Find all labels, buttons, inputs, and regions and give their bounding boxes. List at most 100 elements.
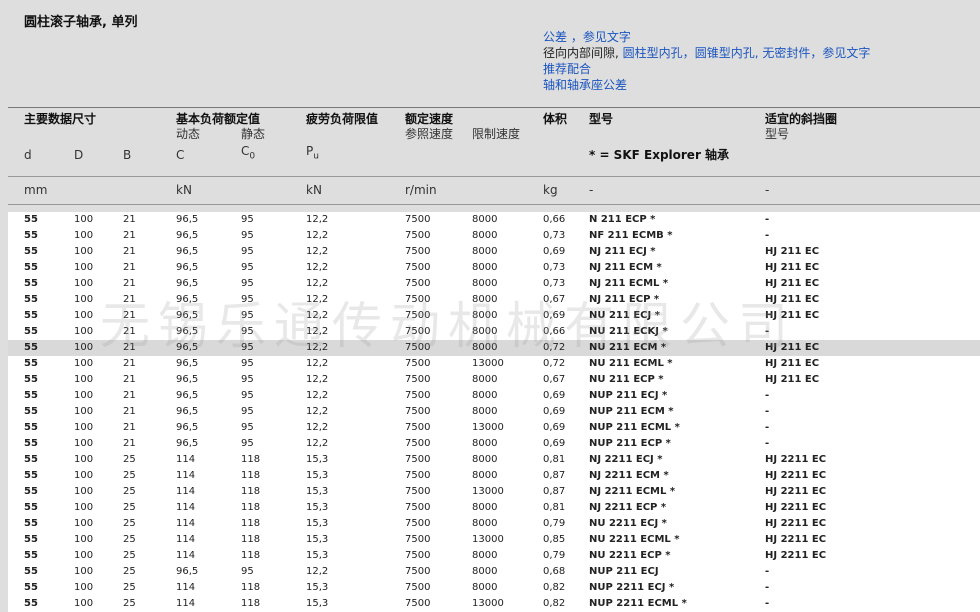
- sym-B: B: [123, 148, 132, 162]
- col-B: 25: [123, 486, 136, 497]
- col-C: 114: [176, 534, 196, 545]
- col-d: 55: [24, 214, 38, 225]
- col-ref-speed: 7500: [405, 278, 431, 289]
- col-B: 21: [123, 438, 136, 449]
- col-mass: 0,69: [543, 310, 566, 321]
- col-ring: -: [765, 230, 770, 241]
- table-row: 55 100 21 96,5 95 12,2 7500 8000 0,73 NJ 211 ECM …: [8, 260, 980, 276]
- col-d: 55: [24, 374, 38, 385]
- divider: [8, 176, 980, 177]
- col-mass: 0,69: [543, 438, 566, 449]
- col-designation: NUP 211 ECML *: [589, 422, 680, 433]
- col-ref-speed: 7500: [405, 246, 431, 257]
- col-C0: 118: [241, 486, 261, 497]
- shaft-housing-tolerance-link[interactable]: 轴和轴承座公差: [543, 78, 627, 92]
- header-area: 圆柱滚子轴承, 单列 公差 ，参见文字 径向内部间隙, 圆柱型内孔，圆锥型内孔,…: [0, 0, 980, 107]
- table-row: 55 100 25 96,5 95 12,2 7500 8000 0,68 NUP 211 ECJ…: [8, 564, 980, 580]
- col-ring: -: [765, 390, 770, 401]
- col-Pu: 12,2: [306, 406, 329, 417]
- col-mass: 0,69: [543, 390, 566, 401]
- main-dims-heading: 主要数据尺寸: [24, 112, 97, 126]
- col-designation: NUP 211 ECJ: [589, 566, 659, 577]
- unit-mm: mm: [24, 183, 48, 197]
- col-d: 55: [24, 262, 38, 273]
- col-designation: NU 2211 ECML *: [589, 534, 680, 545]
- col-D: 100: [74, 518, 94, 529]
- tapered-bore-link[interactable]: 圆锥型内孔, 无密封件: [695, 46, 811, 60]
- tolerance-link[interactable]: 公差 ，参见文字: [543, 30, 631, 44]
- col-ring: HJ 211 EC: [765, 246, 820, 257]
- col-ref-speed: 7500: [405, 486, 431, 497]
- col-C0: 95: [241, 406, 254, 417]
- col-ring: -: [765, 566, 770, 577]
- col-Pu: 15,3: [306, 534, 329, 545]
- sym-C0: C0: [241, 144, 256, 162]
- col-Pu: 15,3: [306, 470, 329, 481]
- explorer-note: * = SKF Explorer 轴承: [589, 148, 730, 162]
- col-ref-speed: 7500: [405, 358, 431, 369]
- col-limit-speed: 8000: [472, 294, 498, 305]
- col-mass: 0,87: [543, 486, 566, 497]
- col-designation: NU 2211 ECJ *: [589, 518, 667, 529]
- col-Pu: 15,3: [306, 598, 329, 609]
- col-ref-speed: 7500: [405, 310, 431, 321]
- table-row: 55 100 25 114 118 15,3 7500 13000 0,82 NUP 2211 E…: [8, 596, 980, 612]
- col-ref-speed: 7500: [405, 534, 431, 545]
- col-D: 100: [74, 534, 94, 545]
- table-row: 55 100 21 96,5 95 12,2 7500 8000 0,67 NJ 211 ECP …: [8, 292, 980, 308]
- col-ring: HJ 2211 EC: [765, 486, 827, 497]
- col-designation: NJ 211 ECM *: [589, 262, 662, 273]
- col-mass: 0,79: [543, 550, 566, 561]
- col-C0: 95: [241, 278, 254, 289]
- col-d: 55: [24, 518, 38, 529]
- table-row: 55 100 25 114 118 15,3 7500 8000 0,81 NJ 2211 ECJ…: [8, 452, 980, 468]
- col-C: 96,5: [176, 358, 199, 369]
- col-ref-speed: 7500: [405, 294, 431, 305]
- col-limit-speed: 13000: [472, 598, 504, 609]
- col-d: 55: [24, 486, 38, 497]
- col-Pu: 12,2: [306, 262, 329, 273]
- table-row: 55 100 21 96,5 95 12,2 7500 8000 0,69 NUP 211 ECJ…: [8, 388, 980, 404]
- col-mass: 0,81: [543, 454, 566, 465]
- col-C: 114: [176, 470, 196, 481]
- col-mass: 0,68: [543, 566, 566, 577]
- col-d: 55: [24, 294, 38, 305]
- table-row: 55 100 21 96,5 95 12,2 7500 8000 0,69 NUP 211 ECP…: [8, 436, 980, 452]
- col-B: 21: [123, 310, 136, 321]
- col-designation: NF 211 ECMB *: [589, 230, 673, 241]
- col-Pu: 12,2: [306, 310, 329, 321]
- col-D: 100: [74, 406, 94, 417]
- see-text-link[interactable]: 参见文字: [822, 46, 870, 60]
- col-mass: 0,69: [543, 406, 566, 417]
- col-Pu: 12,2: [306, 390, 329, 401]
- cylindrical-bore-link[interactable]: 圆柱型内孔: [623, 46, 683, 60]
- col-limit-speed: 8000: [472, 278, 498, 289]
- unit-kg: kg: [543, 183, 558, 197]
- col-d: 55: [24, 454, 38, 465]
- table-row: 55 100 21 96,5 95 12,2 7500 8000 0,69 NUP 211 ECM…: [8, 404, 980, 420]
- col-D: 100: [74, 246, 94, 257]
- col-d: 55: [24, 582, 38, 593]
- col-Pu: 12,2: [306, 278, 329, 289]
- col-D: 100: [74, 470, 94, 481]
- col-Pu: 12,2: [306, 326, 329, 337]
- col-Pu: 12,2: [306, 422, 329, 433]
- col-ref-speed: 7500: [405, 390, 431, 401]
- col-C0: 118: [241, 598, 261, 609]
- recommended-fits-link[interactable]: 推荐配合: [543, 62, 591, 76]
- col-B: 25: [123, 550, 136, 561]
- col-limit-speed: 13000: [472, 358, 504, 369]
- col-limit-speed: 13000: [472, 422, 504, 433]
- col-designation: NUP 2211 ECJ *: [589, 582, 675, 593]
- col-C: 96,5: [176, 390, 199, 401]
- col-B: 25: [123, 566, 136, 577]
- limit-speed-label: 限制速度: [472, 127, 521, 141]
- col-Pu: 12,2: [306, 246, 329, 257]
- col-C0: 95: [241, 262, 254, 273]
- col-Pu: 12,2: [306, 374, 329, 385]
- col-designation: NJ 2211 ECJ *: [589, 454, 663, 465]
- col-mass: 0,67: [543, 294, 566, 305]
- col-D: 100: [74, 214, 94, 225]
- table-row: 55 100 25 114 118 15,3 7500 13000 0,85 NU 2211 EC…: [8, 532, 980, 548]
- col-ring: HJ 2211 EC: [765, 502, 827, 513]
